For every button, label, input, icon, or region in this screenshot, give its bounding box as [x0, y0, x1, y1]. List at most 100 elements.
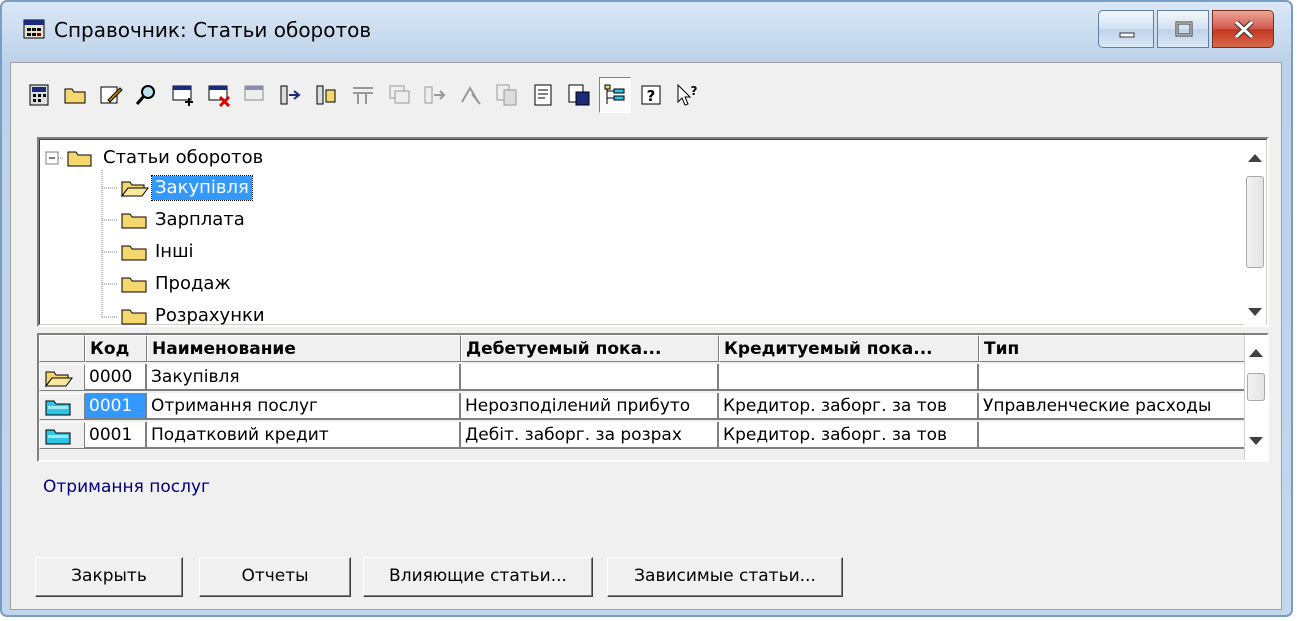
tree-item[interactable]: Розрахунки [120, 302, 268, 330]
tree-view-toolbar-button[interactable] [599, 77, 631, 113]
folder-icon [121, 245, 147, 261]
table-cell-type[interactable] [979, 364, 1247, 391]
table-cell-type[interactable] [979, 422, 1247, 449]
folder-toolbar-button[interactable] [59, 77, 91, 113]
group-icon [389, 85, 410, 104]
tree-item[interactable]: Зарплата [120, 206, 248, 234]
tree-view[interactable]: Статьи оборотов Закупівля Зарплата Інші Про… [37, 137, 1269, 327]
group-toolbar-button[interactable] [383, 77, 415, 113]
scroll-up-arrow[interactable] [1249, 349, 1263, 357]
scroll-thumb[interactable] [1247, 373, 1265, 401]
element-icon [45, 429, 71, 445]
find-icon [135, 85, 155, 105]
tree-root[interactable]: Статьи оборотов [66, 144, 266, 172]
export-icon [568, 84, 590, 106]
transfer-icon [424, 86, 446, 104]
move-to-folder-icon [280, 85, 301, 105]
scroll-thumb[interactable] [1246, 176, 1264, 268]
transfer-toolbar-button[interactable] [419, 77, 451, 113]
table-scrollbar[interactable] [1244, 335, 1267, 460]
app-icon [23, 19, 45, 39]
tree-scrollbar[interactable] [1244, 140, 1266, 326]
tree-item[interactable]: Інші [120, 238, 197, 266]
column-header[interactable]: Тип [979, 335, 1247, 362]
close-button[interactable]: Закрыть [35, 557, 183, 597]
tree-root-label: Статьи оборотов [103, 147, 264, 168]
table-cell-credit[interactable] [719, 364, 979, 391]
context-help-toolbar-button[interactable]: ? [671, 77, 703, 113]
minimize-icon [1119, 32, 1135, 38]
document-icon [534, 84, 552, 106]
open-folder-icon [121, 181, 149, 198]
title-bar[interactable]: Справочник: Статьи оборотов [2, 2, 1291, 62]
items-table[interactable]: Код Наименование Дебетуемый пока... Кредиту… [37, 333, 1269, 462]
column-header[interactable]: Код [85, 335, 147, 362]
folder-icon [67, 151, 92, 167]
influencing-items-button[interactable]: Влияющие статьи... [363, 557, 593, 597]
scroll-down-arrow[interactable] [1249, 437, 1263, 445]
column-header[interactable]: Кредитуемый пока... [719, 335, 979, 362]
influencing-items-label: Влияющие статьи... [389, 566, 567, 586]
minimize-button[interactable] [1098, 10, 1154, 48]
folder-icon [121, 309, 147, 325]
scroll-down-arrow[interactable] [1248, 308, 1262, 316]
find-toolbar-button[interactable] [131, 77, 163, 113]
table-cell-debit[interactable]: Нерозподілений прибуто [461, 393, 719, 420]
copy-toolbar-button[interactable] [491, 77, 523, 113]
move-to-parent-toolbar-button[interactable] [311, 77, 343, 113]
calculator-toolbar-button[interactable] [23, 77, 55, 113]
maximize-button[interactable] [1157, 10, 1209, 48]
copy-record-toolbar-button[interactable] [239, 77, 271, 113]
toolbar: ?? [21, 77, 921, 117]
copy-record-icon [244, 85, 264, 101]
column-header[interactable]: Наименование [147, 335, 461, 362]
edit-card-icon [100, 86, 123, 104]
table-cell-debit[interactable]: Дебіт. заборг. за розрах [461, 422, 719, 449]
close-icon [1234, 20, 1254, 39]
copy-icon [496, 84, 517, 106]
table-row-icon-cell[interactable] [39, 422, 85, 449]
reports-button[interactable]: Отчеты [199, 557, 351, 597]
filter-icon [353, 87, 373, 104]
table-cell-name[interactable]: Отримання послуг [147, 393, 461, 420]
filter-toolbar-button[interactable] [347, 77, 379, 113]
table-cell-debit[interactable] [461, 364, 719, 391]
tree-item-label: Інші [155, 241, 194, 262]
tree-item-label: Продаж [155, 273, 231, 294]
tree-item-label: Розрахунки [155, 305, 265, 326]
svg-text:?: ? [691, 84, 698, 98]
table-cell-code[interactable]: 0000 [85, 364, 147, 391]
export-toolbar-button[interactable] [563, 77, 595, 113]
table-cell-credit[interactable]: Кредитор. заборг. за тов [719, 393, 979, 420]
table-cell-name[interactable]: Податковий кредит [147, 422, 461, 449]
tree-item[interactable]: Закупівля [120, 174, 253, 202]
edit-card-toolbar-button[interactable] [95, 77, 127, 113]
tree-view-icon [604, 84, 625, 104]
mark-delete-icon [461, 85, 481, 105]
column-header[interactable]: Дебетуемый пока... [461, 335, 719, 362]
delete-record-icon [208, 85, 231, 108]
scroll-up-arrow[interactable] [1248, 154, 1262, 162]
header-icon-column[interactable] [39, 335, 85, 362]
table-cell-code[interactable]: 0001 [85, 422, 147, 449]
document-toolbar-button[interactable] [527, 77, 559, 113]
mark-delete-toolbar-button[interactable] [455, 77, 487, 113]
move-to-folder-toolbar-button[interactable] [275, 77, 307, 113]
table-cell-type[interactable]: Управленческие расходы [979, 393, 1247, 420]
dependent-items-button[interactable]: Зависимые статьи... [607, 557, 843, 597]
context-help-icon: ? [677, 83, 698, 106]
folder-icon [64, 88, 86, 104]
tree-item[interactable]: Продаж [120, 270, 234, 298]
table-row-icon-cell[interactable] [39, 364, 85, 391]
table-cell-name[interactable]: Закупівля [147, 364, 461, 391]
close-window-button[interactable] [1212, 10, 1274, 48]
status-text: Отримання послуг [43, 477, 210, 497]
new-record-toolbar-button[interactable] [167, 77, 199, 113]
table-cell-credit[interactable]: Кредитор. заборг. за тов [719, 422, 979, 449]
svg-text:?: ? [647, 87, 656, 105]
table-cell-code[interactable]: 0001 [85, 393, 147, 420]
delete-record-toolbar-button[interactable] [203, 77, 235, 113]
help-toolbar-button[interactable]: ? [635, 77, 667, 113]
folder-icon [121, 277, 147, 293]
table-row-icon-cell[interactable] [39, 393, 85, 420]
